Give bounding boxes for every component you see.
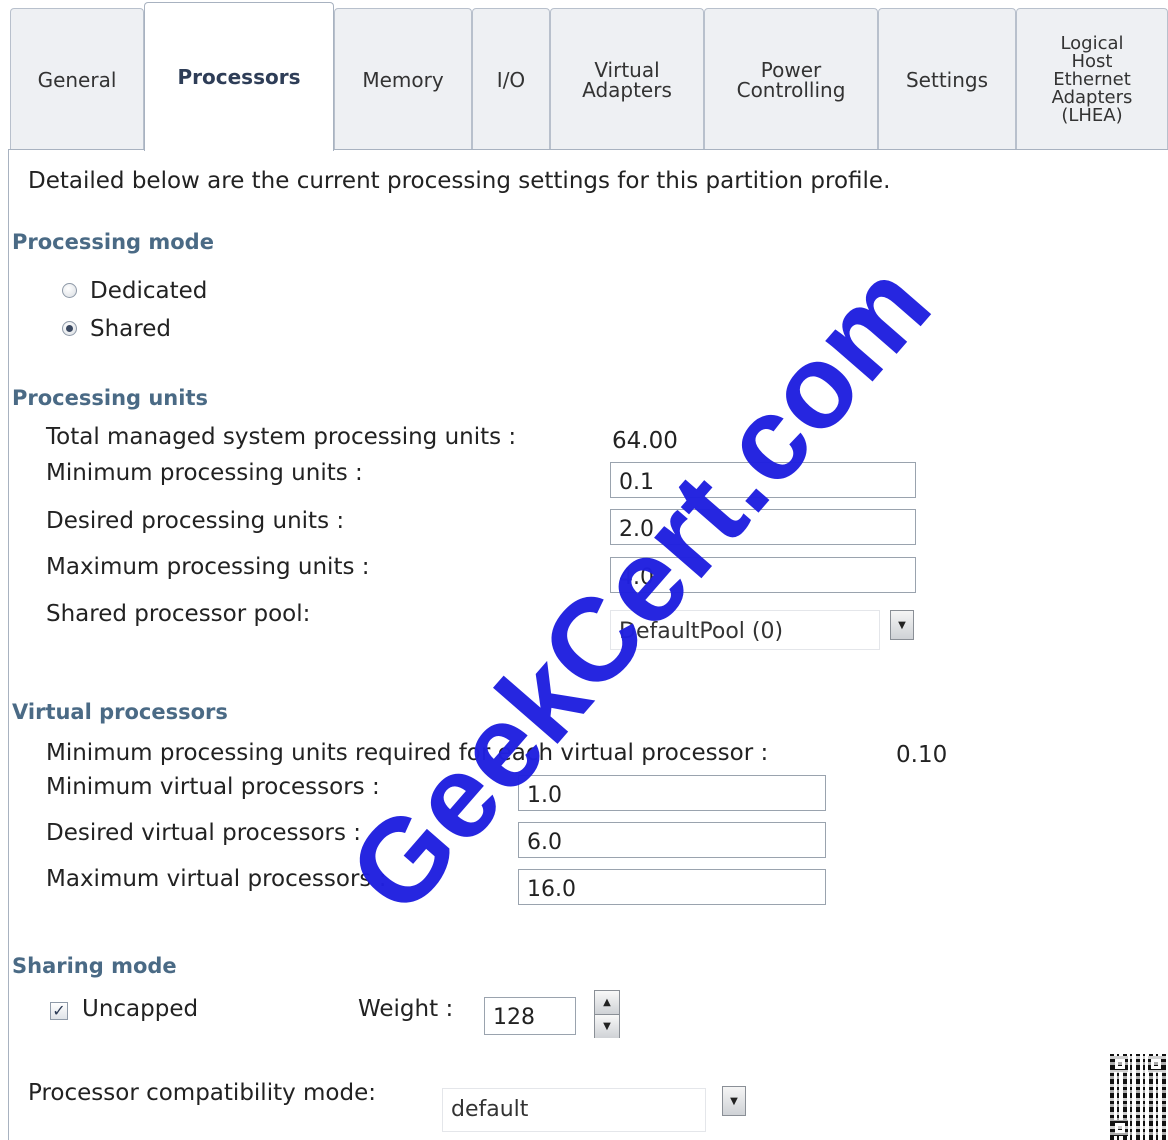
- shared-label[interactable]: Shared: [90, 316, 171, 342]
- tab-virtual-adapters[interactable]: Virtual Adapters: [550, 8, 704, 150]
- tab-settings-label: Settings: [905, 67, 989, 92]
- required-units-label: Minimum processing units required for ea…: [46, 740, 769, 766]
- processing-units-heading: Processing units: [12, 386, 208, 410]
- compat-label: Processor compatibility mode:: [28, 1080, 376, 1106]
- tab-lhea-label: Logical Host Ethernet Adapters (LHEA): [1051, 32, 1133, 126]
- uncapped-checkbox[interactable]: ✓: [50, 1002, 68, 1020]
- processing-mode-heading: Processing mode: [12, 230, 214, 254]
- dedicated-label[interactable]: Dedicated: [90, 278, 207, 304]
- desired-vp-input[interactable]: 6.0: [518, 822, 826, 858]
- chevron-down-icon[interactable]: ▼: [890, 610, 914, 640]
- pool-select[interactable]: DefaultPool (0): [610, 610, 880, 650]
- pool-label: Shared processor pool:: [46, 601, 311, 627]
- desired-units-input[interactable]: 2.0: [610, 509, 916, 545]
- min-units-label: Minimum processing units :: [46, 460, 363, 486]
- min-vp-label: Minimum virtual processors :: [46, 774, 380, 800]
- desired-vp-label: Desired virtual processors :: [46, 820, 362, 846]
- weight-spinner[interactable]: ▲ ▼: [594, 990, 620, 1038]
- tab-io[interactable]: I/O: [472, 8, 550, 150]
- weight-label: Weight :: [358, 996, 454, 1022]
- shared-radio[interactable]: [62, 321, 77, 336]
- intro-text: Detailed below are the current processin…: [28, 168, 891, 194]
- dedicated-radio[interactable]: [62, 283, 77, 298]
- sharing-mode-heading: Sharing mode: [12, 954, 177, 978]
- tab-processors-label: Processors: [177, 65, 301, 89]
- tab-memory-label: Memory: [362, 67, 444, 92]
- tab-general[interactable]: General: [10, 8, 144, 150]
- chevron-down-icon[interactable]: ▼: [595, 1014, 619, 1038]
- tab-settings[interactable]: Settings: [878, 8, 1016, 150]
- total-units-value: 64.00: [612, 428, 678, 454]
- panel-border: [8, 150, 9, 1140]
- tab-virtual-adapters-label: Virtual Adapters: [582, 57, 672, 102]
- qr-code-icon: [1110, 1054, 1168, 1140]
- max-vp-label: Maximum virtual processors :: [46, 866, 387, 892]
- tab-io-label: I/O: [496, 67, 526, 92]
- max-units-input[interactable]: 4.0: [610, 557, 916, 593]
- max-units-label: Maximum processing units :: [46, 554, 370, 580]
- tab-power-controlling[interactable]: Power Controlling: [704, 8, 878, 150]
- min-units-input[interactable]: 0.1: [610, 462, 916, 498]
- tab-processors[interactable]: Processors: [144, 2, 334, 151]
- compat-select[interactable]: default: [442, 1088, 706, 1132]
- tab-lhea[interactable]: Logical Host Ethernet Adapters (LHEA): [1016, 8, 1168, 150]
- desired-units-label: Desired processing units :: [46, 508, 345, 534]
- virtual-processors-heading: Virtual processors: [12, 700, 228, 724]
- tab-bar: General Processors Memory I/O Virtual Ad…: [8, 0, 1168, 151]
- required-units-value: 0.10: [896, 742, 948, 768]
- chevron-down-icon[interactable]: ▼: [722, 1086, 746, 1116]
- tab-power-controlling-label: Power Controlling: [736, 57, 846, 102]
- uncapped-label[interactable]: Uncapped: [82, 996, 198, 1022]
- max-vp-input[interactable]: 16.0: [518, 869, 826, 905]
- total-units-label: Total managed system processing units :: [46, 424, 517, 450]
- weight-input[interactable]: 128: [484, 997, 576, 1035]
- tab-general-label: General: [37, 67, 117, 92]
- min-vp-input[interactable]: 1.0: [518, 775, 826, 811]
- tab-memory[interactable]: Memory: [334, 8, 472, 150]
- chevron-up-icon[interactable]: ▲: [595, 991, 619, 1014]
